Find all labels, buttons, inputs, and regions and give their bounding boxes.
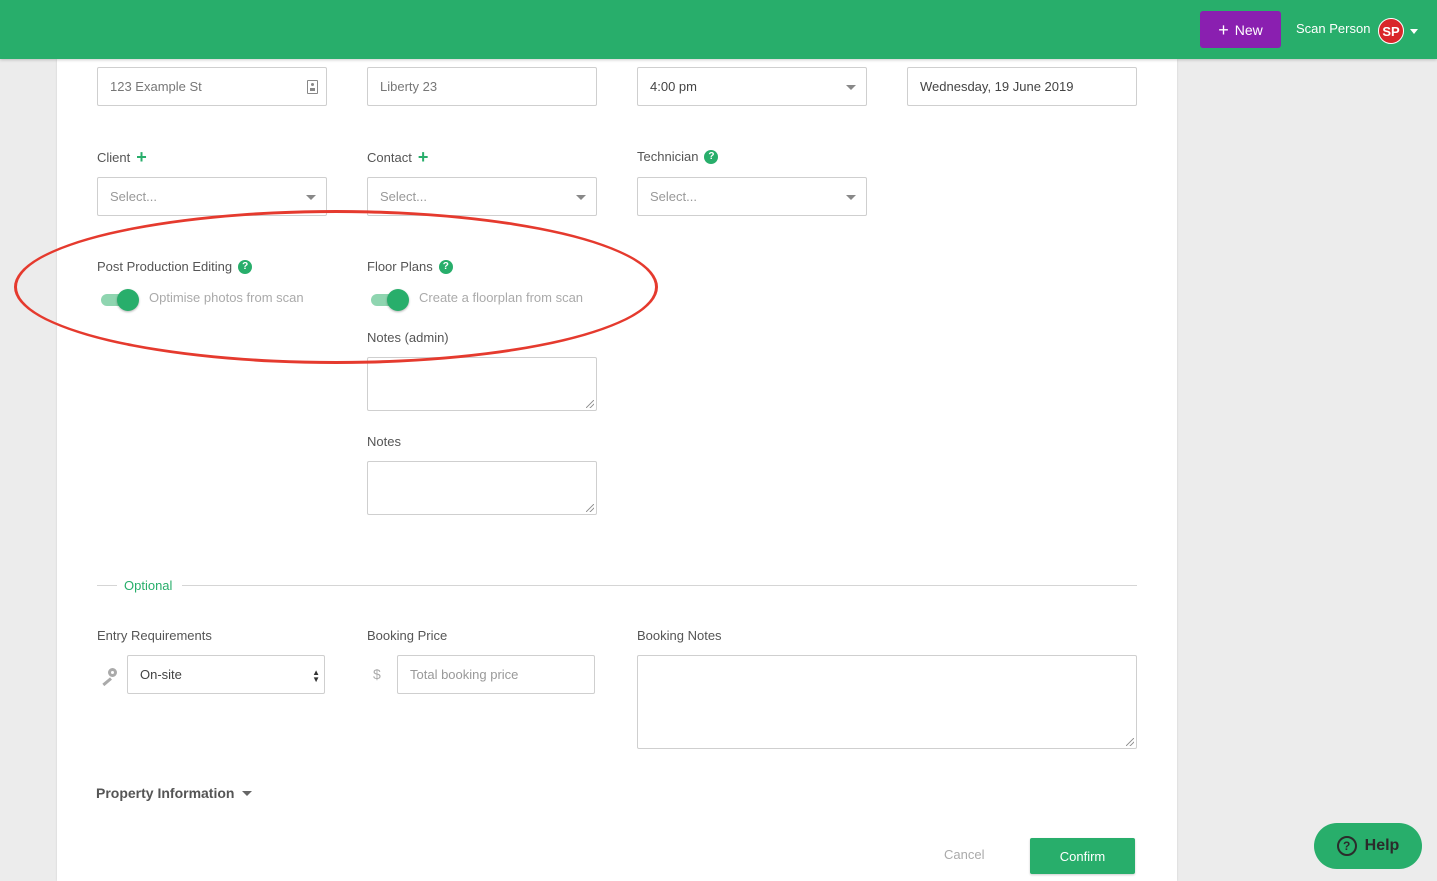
unit-field[interactable]: Liberty 23 — [367, 67, 597, 106]
user-name[interactable]: Scan Person — [1296, 21, 1370, 36]
help-icon[interactable]: ? — [438, 259, 453, 274]
technician-label-row: Technician ? — [637, 149, 719, 164]
chevron-down-icon — [576, 195, 586, 200]
post-production-label: Post Production Editing — [97, 259, 233, 274]
floor-plans-label-row: Floor Plans ? — [367, 259, 453, 274]
entry-requirements-value: On-site — [140, 667, 182, 682]
plus-icon: + — [1218, 19, 1229, 40]
key-icon — [101, 668, 117, 687]
notes-label: Notes — [367, 434, 401, 449]
chevron-down-icon — [306, 195, 316, 200]
booking-notes-label: Booking Notes — [637, 628, 722, 643]
floor-plans-label: Floor Plans — [367, 259, 433, 274]
resize-handle-icon[interactable] — [1126, 738, 1134, 746]
address-value: 123 Example St — [110, 79, 202, 94]
admin-notes-textarea[interactable] — [367, 357, 597, 411]
new-button-label: New — [1234, 21, 1263, 38]
optional-section-title: Optional — [124, 578, 173, 593]
property-information-label: Property Information — [96, 785, 235, 801]
floor-plans-description: Create a floorplan from scan — [419, 290, 584, 305]
floor-plans-toggle[interactable] — [371, 289, 409, 311]
entry-requirements-select[interactable]: On-site ▲ ▼ — [127, 655, 325, 694]
add-contact-icon[interactable]: + — [418, 148, 429, 166]
help-button[interactable]: ? Help — [1314, 823, 1422, 869]
booking-price-input[interactable]: Total booking price — [397, 655, 595, 694]
technician-placeholder: Select... — [650, 189, 697, 204]
booking-price-label: Booking Price — [367, 628, 448, 643]
confirm-button[interactable]: Confirm — [1030, 838, 1135, 874]
technician-label: Technician — [637, 149, 699, 164]
resize-handle-icon[interactable] — [586, 504, 594, 512]
caret-down-icon — [242, 790, 253, 796]
technician-select[interactable]: Select... — [637, 177, 867, 216]
admin-notes-label: Notes (admin) — [367, 330, 449, 345]
booking-notes-textarea[interactable] — [637, 655, 1137, 749]
cancel-button[interactable]: Cancel — [944, 847, 984, 862]
help-icon[interactable]: ? — [704, 149, 719, 164]
select-arrows-icon: ▲ ▼ — [312, 668, 320, 684]
client-label-row: Client + — [97, 148, 147, 166]
contact-label: Contact — [367, 149, 412, 165]
dollar-icon: $ — [373, 666, 381, 682]
contact-label-row: Contact + — [367, 148, 428, 166]
contact-placeholder: Select... — [380, 189, 427, 204]
post-production-toggle[interactable] — [101, 289, 139, 311]
avatar[interactable]: SP — [1378, 18, 1404, 44]
time-value: 4:00 pm — [650, 79, 697, 94]
client-label: Client — [97, 149, 131, 165]
chevron-down-icon — [846, 195, 856, 200]
notes-textarea[interactable] — [367, 461, 597, 515]
time-select[interactable]: 4:00 pm — [637, 67, 867, 106]
help-label: Help — [1364, 837, 1400, 854]
question-icon: ? — [1336, 836, 1357, 856]
help-icon[interactable]: ? — [238, 259, 253, 274]
add-client-icon[interactable]: + — [136, 148, 147, 166]
new-button[interactable]: + New — [1200, 11, 1281, 48]
section-divider — [182, 585, 1137, 586]
client-select[interactable]: Select... — [97, 177, 327, 216]
post-production-description: Optimise photos from scan — [149, 290, 304, 305]
contact-select[interactable]: Select... — [367, 177, 597, 216]
date-value: Wednesday, 19 June 2019 — [920, 79, 1074, 94]
post-production-label-row: Post Production Editing ? — [97, 259, 253, 274]
client-placeholder: Select... — [110, 189, 157, 204]
entry-requirements-label: Entry Requirements — [97, 628, 212, 643]
booking-price-placeholder: Total booking price — [410, 667, 519, 682]
address-field[interactable]: 123 Example St — [97, 67, 327, 106]
top-bar: + New Scan Person SP — [0, 0, 1437, 59]
property-information-toggle[interactable]: Property Information — [96, 785, 253, 801]
user-menu-caret-icon[interactable] — [1410, 29, 1418, 34]
resize-handle-icon[interactable] — [586, 400, 594, 408]
chevron-down-icon — [846, 85, 856, 90]
address-book-icon[interactable] — [307, 80, 318, 94]
unit-value: Liberty 23 — [380, 79, 438, 94]
date-field[interactable]: Wednesday, 19 June 2019 — [907, 67, 1137, 106]
section-divider — [97, 585, 117, 586]
